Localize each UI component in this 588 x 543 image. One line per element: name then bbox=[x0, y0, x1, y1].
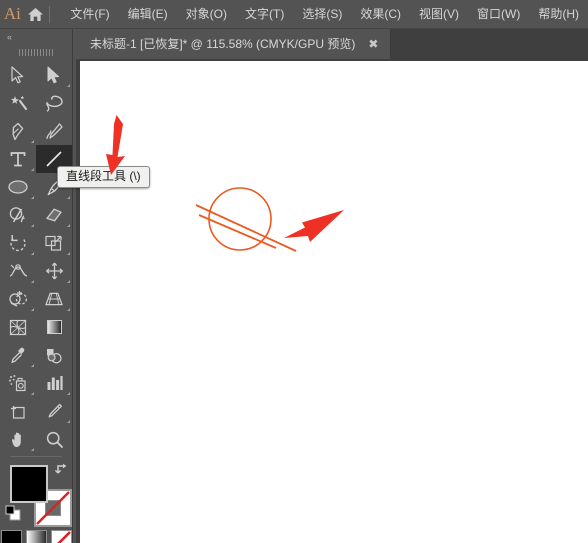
symbol-sprayer-tool[interactable] bbox=[0, 369, 36, 397]
none-swatch-mode[interactable] bbox=[50, 530, 72, 543]
tools-panel: « bbox=[0, 29, 73, 543]
tool-flyout-indicator bbox=[31, 280, 34, 283]
tool-tooltip: 直线段工具 (\) bbox=[57, 166, 150, 189]
app-logo: Ai bbox=[3, 4, 21, 23]
menu-separator bbox=[48, 5, 50, 23]
fill-swatch[interactable] bbox=[10, 465, 48, 503]
width-tool[interactable] bbox=[0, 257, 36, 285]
tool-flyout-indicator bbox=[31, 392, 34, 395]
scale-tool[interactable] bbox=[36, 229, 72, 257]
tool-row bbox=[0, 117, 72, 145]
home-icon[interactable] bbox=[25, 0, 47, 29]
eyedropper-tool[interactable] bbox=[0, 341, 36, 369]
menu-view[interactable]: 视图(V) bbox=[410, 4, 468, 24]
direct-selection-tool[interactable] bbox=[36, 61, 72, 89]
tool-flyout-indicator bbox=[67, 392, 70, 395]
tool-row bbox=[0, 313, 72, 341]
menu-file[interactable]: 文件(F) bbox=[61, 4, 118, 24]
artboard-tool[interactable] bbox=[0, 397, 36, 425]
perspective-grid-tool[interactable] bbox=[36, 285, 72, 313]
drag-grip-dots bbox=[19, 48, 53, 56]
tool-row bbox=[0, 285, 72, 313]
tool-flyout-indicator bbox=[67, 420, 70, 423]
zoom-tool[interactable] bbox=[36, 425, 72, 453]
collapse-panel-button[interactable]: « bbox=[0, 29, 72, 45]
artboard-canvas[interactable] bbox=[80, 61, 588, 543]
gradient-swatch-mode[interactable] bbox=[25, 530, 47, 543]
tool-row bbox=[0, 89, 72, 117]
tool-row bbox=[0, 341, 72, 369]
menu-object[interactable]: 对象(O) bbox=[177, 4, 236, 24]
tool-row bbox=[0, 369, 72, 397]
tool-flyout-indicator bbox=[31, 364, 34, 367]
shaper-tool[interactable] bbox=[0, 201, 36, 229]
rotate-tool[interactable] bbox=[0, 229, 36, 257]
tool-flyout-indicator bbox=[31, 196, 34, 199]
document-tab-bar: 未标题-1 [已恢复]* @ 115.58% (CMYK/GPU 预览) ✖ bbox=[76, 29, 588, 59]
color-mode-row bbox=[0, 530, 72, 543]
illustrator-window: Ai 文件(F) 编辑(E) 对象(O) 文字(T) 选择(S) 效果(C) 视… bbox=[0, 0, 588, 543]
pen-tool[interactable] bbox=[0, 117, 36, 145]
tool-flyout-indicator bbox=[31, 308, 34, 311]
tool-row bbox=[0, 229, 72, 257]
menu-effect[interactable]: 效果(C) bbox=[351, 4, 410, 24]
tool-flyout-indicator bbox=[67, 252, 70, 255]
hand-tool[interactable] bbox=[0, 425, 36, 453]
chevron-double-left-icon: « bbox=[7, 32, 12, 42]
gradient-tool[interactable] bbox=[36, 313, 72, 341]
tool-flyout-indicator bbox=[67, 280, 70, 283]
free-transform-tool[interactable] bbox=[36, 257, 72, 285]
line-path-2 bbox=[198, 214, 277, 249]
column-graph-tool[interactable] bbox=[36, 369, 72, 397]
ellipse-tool[interactable] bbox=[0, 173, 36, 201]
type-tool[interactable] bbox=[0, 145, 36, 173]
menu-bar: Ai 文件(F) 编辑(E) 对象(O) 文字(T) 选择(S) 效果(C) 视… bbox=[0, 0, 588, 29]
menu-item-list: 文件(F) 编辑(E) 对象(O) 文字(T) 选择(S) 效果(C) 视图(V… bbox=[61, 4, 588, 24]
tool-row bbox=[0, 61, 72, 89]
tool-flyout-indicator bbox=[31, 168, 34, 171]
slice-tool[interactable] bbox=[36, 397, 72, 425]
fill-stroke-control bbox=[0, 461, 73, 527]
selection-tool[interactable] bbox=[0, 61, 36, 89]
none-slash-icon bbox=[56, 531, 71, 543]
document-tab[interactable]: 未标题-1 [已恢复]* @ 115.58% (CMYK/GPU 预览) ✖ bbox=[76, 29, 392, 59]
blend-tool[interactable] bbox=[36, 341, 72, 369]
menu-type[interactable]: 文字(T) bbox=[236, 4, 293, 24]
default-fill-stroke-icon[interactable] bbox=[5, 505, 21, 521]
tool-flyout-indicator bbox=[31, 140, 34, 143]
tool-flyout-indicator bbox=[67, 84, 70, 87]
toolbar-divider bbox=[10, 456, 62, 457]
tool-grid bbox=[0, 59, 72, 453]
tool-row bbox=[0, 257, 72, 285]
lasso-tool[interactable] bbox=[36, 89, 72, 117]
color-swatch-mode[interactable] bbox=[0, 530, 22, 543]
menu-edit[interactable]: 编辑(E) bbox=[119, 4, 177, 24]
tool-flyout-indicator bbox=[31, 224, 34, 227]
menu-window[interactable]: 窗口(W) bbox=[468, 4, 529, 24]
mesh-tool[interactable] bbox=[0, 313, 36, 341]
artwork-layer bbox=[195, 187, 297, 252]
curvature-tool[interactable] bbox=[36, 117, 72, 145]
shape-builder-tool[interactable] bbox=[0, 285, 36, 313]
close-icon[interactable]: ✖ bbox=[367, 38, 379, 50]
tool-row bbox=[0, 201, 72, 229]
panel-drag-handle[interactable] bbox=[0, 45, 72, 59]
menu-select[interactable]: 选择(S) bbox=[293, 4, 351, 24]
magic-wand-tool[interactable] bbox=[0, 89, 36, 117]
tool-flyout-indicator bbox=[31, 448, 34, 451]
tool-row bbox=[0, 397, 72, 425]
tool-flyout-indicator bbox=[67, 196, 70, 199]
swap-fill-stroke-icon[interactable] bbox=[54, 461, 70, 477]
tool-flyout-indicator bbox=[31, 252, 34, 255]
eraser-tool[interactable] bbox=[36, 201, 72, 229]
circle-path bbox=[208, 187, 272, 251]
tool-flyout-indicator bbox=[67, 224, 70, 227]
menu-help[interactable]: 帮助(H) bbox=[529, 4, 588, 24]
document-tab-title: 未标题-1 [已恢复]* @ 115.58% (CMYK/GPU 预览) bbox=[90, 37, 356, 51]
tool-row bbox=[0, 425, 72, 453]
tool-flyout-indicator bbox=[67, 308, 70, 311]
